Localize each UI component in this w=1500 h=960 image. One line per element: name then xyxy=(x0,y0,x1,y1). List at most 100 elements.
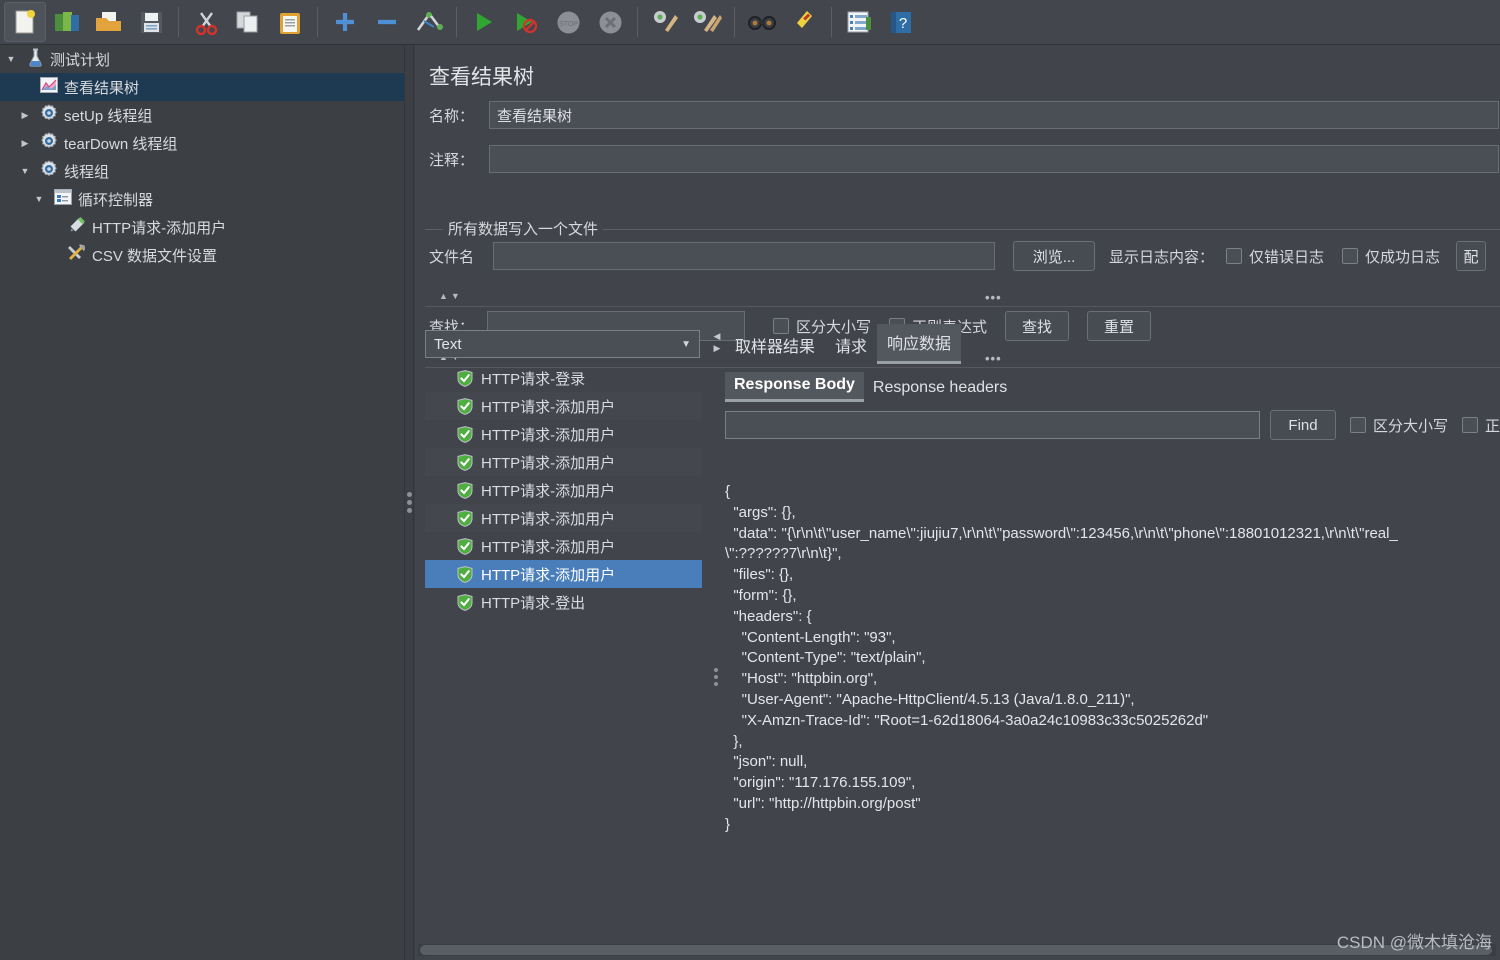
tab-0[interactable]: 取样器结果 xyxy=(725,327,825,364)
paste-icon[interactable] xyxy=(269,2,311,42)
success-only-label: 仅成功日志 xyxy=(1365,248,1441,266)
save-icon[interactable] xyxy=(130,2,172,42)
errors-only-label: 仅错误日志 xyxy=(1249,248,1325,266)
start-no-timers-icon[interactable] xyxy=(505,2,547,42)
list-item-label: HTTP请求-添加用户 xyxy=(481,510,616,528)
clear-icon[interactable] xyxy=(644,2,686,42)
search-icon[interactable] xyxy=(741,2,783,42)
detail-subtabbar[interactable]: Response Body Response headers xyxy=(725,370,1500,402)
stop-icon[interactable]: STOP xyxy=(547,2,589,42)
tree-node-3[interactable]: ▶ tearDown 线程组 xyxy=(0,129,404,157)
tree-toggle-3[interactable]: ▶ xyxy=(14,138,36,149)
errors-only-checkbox[interactable] xyxy=(1226,248,1243,264)
tree-node-5[interactable]: ▼ 循环控制器 xyxy=(0,185,404,213)
function-helper-icon[interactable] xyxy=(838,2,880,42)
chevron-down-icon: ▼ xyxy=(681,338,691,350)
detail-tabbar[interactable]: 取样器结果 请求 响应数据 xyxy=(725,324,1500,364)
response-find-button[interactable]: Find xyxy=(1270,410,1336,440)
gear-icon xyxy=(36,132,62,154)
collapse-right-icon[interactable]: ▶ xyxy=(710,342,724,354)
comment-input[interactable] xyxy=(489,145,1499,173)
name-input[interactable]: 查看结果树 xyxy=(489,101,1499,129)
filename-input[interactable] xyxy=(493,242,995,270)
list-item[interactable]: HTTP请求-添加用户 xyxy=(425,504,702,532)
renderer-select[interactable]: Text ▼ xyxy=(425,330,700,358)
copy-icon[interactable] xyxy=(227,2,269,42)
clear-all-icon[interactable] xyxy=(686,2,728,42)
collapse-all-icon[interactable] xyxy=(366,2,408,42)
renderer-selected-label: Text xyxy=(434,335,462,353)
list-item[interactable]: HTTP请求-添加用户 xyxy=(425,560,702,588)
list-item[interactable]: HTTP请求-添加用户 xyxy=(425,392,702,420)
collapse-bar-1[interactable]: ▲▼ ••• xyxy=(425,290,1500,307)
response-regex-checkbox[interactable] xyxy=(1462,417,1479,433)
drag-dots-1[interactable]: ••• xyxy=(985,290,1002,305)
tree-node-0[interactable]: ▼ 测试计划 xyxy=(0,45,404,73)
tree-node-label: tearDown 线程组 xyxy=(64,135,178,153)
inner-splitter[interactable]: ◀ ▶ xyxy=(710,330,724,960)
tree-toggle-4[interactable]: ▼ xyxy=(14,166,36,176)
inner-splitter-handle[interactable] xyxy=(714,668,718,686)
new-test-plan-icon[interactable] xyxy=(4,2,46,42)
horizontal-scrollbar[interactable] xyxy=(418,944,1496,956)
tree-node-7[interactable]: CSV 数据文件设置 xyxy=(0,241,404,269)
chart-icon xyxy=(36,77,62,97)
response-body-area[interactable]: { "args": {}, "data": "{\r\n\t\"user_nam… xyxy=(725,482,1500,960)
list-item-label: HTTP请求-添加用户 xyxy=(481,482,616,500)
collapse-arrows-1[interactable]: ▲▼ xyxy=(439,291,463,301)
main-splitter[interactable] xyxy=(404,45,414,960)
tree-node-label: HTTP请求-添加用户 xyxy=(92,219,227,237)
view-results-tree-panel: 查看结果树 名称： 查看结果树 注释： 所有数据写入一个文件 文件名 浏览...… xyxy=(415,45,1500,960)
list-item-label: HTTP请求-添加用户 xyxy=(481,566,616,584)
filename-row: 文件名 浏览... 显示日志内容： 仅错误日志 仅成功日志 配 xyxy=(429,241,1487,271)
tab-2[interactable]: 响应数据 xyxy=(877,324,962,364)
list-item[interactable]: HTTP请求-添加用户 xyxy=(425,476,702,504)
tree-toggle-0[interactable]: ▼ xyxy=(0,54,22,64)
tree-node-6[interactable]: HTTP请求-添加用户 xyxy=(0,213,404,241)
start-icon[interactable] xyxy=(463,2,505,42)
list-item[interactable]: HTTP请求-添加用户 xyxy=(425,532,702,560)
test-plan-tree[interactable]: ▼ 测试计划 查看结果树 ▶ setUp 线程组 ▶ tearDown 线程组 ▼ 线程组 ▼ 循环… xyxy=(0,45,404,960)
tree-node-label: 循环控制器 xyxy=(78,191,154,209)
collapse-left-icon[interactable]: ◀ xyxy=(710,330,724,342)
list-item[interactable]: HTTP请求-添加用户 xyxy=(425,420,702,448)
tree-node-2[interactable]: ▶ setUp 线程组 xyxy=(0,101,404,129)
list-item[interactable]: HTTP请求-登出 xyxy=(425,588,702,616)
open-icon[interactable] xyxy=(88,2,130,42)
tree-node-1[interactable]: 查看结果树 xyxy=(0,73,404,101)
shutdown-icon[interactable] xyxy=(589,2,631,42)
toggle-icon[interactable] xyxy=(408,2,450,42)
expand-all-icon[interactable] xyxy=(324,2,366,42)
gear-icon xyxy=(36,104,62,126)
tree-toggle-5[interactable]: ▼ xyxy=(28,194,50,204)
sampler-result-list[interactable]: HTTP请求-登录 HTTP请求-添加用户 HTTP请求-添加用户 HTTP请求-添加… xyxy=(425,364,702,616)
success-only-checkbox[interactable] xyxy=(1342,248,1359,264)
subtab-1[interactable]: Response headers xyxy=(864,375,1016,402)
browse-button[interactable]: 浏览... xyxy=(1013,241,1095,271)
configure-button[interactable]: 配 xyxy=(1456,241,1487,271)
svg-text:?: ? xyxy=(899,15,907,32)
success-shield-icon xyxy=(457,397,473,415)
subtab-0[interactable]: Response Body xyxy=(725,372,864,402)
tree-node-label: 查看结果树 xyxy=(64,79,140,97)
name-row: 名称： 查看结果树 xyxy=(429,101,1499,129)
toolbar-separator xyxy=(831,7,832,37)
response-find-input[interactable] xyxy=(725,411,1260,439)
success-shield-icon xyxy=(457,369,473,387)
success-shield-icon xyxy=(457,565,473,583)
tab-1[interactable]: 请求 xyxy=(825,327,877,364)
jmeter-window: STOP ? ▼ 测试计划 查看结果树 ▶ setUp 线程组 ▶ tearDown 线程组… xyxy=(0,0,1500,960)
display-log-label: 显示日志内容： xyxy=(1109,248,1215,266)
list-item-label: HTTP请求-添加用户 xyxy=(481,398,616,416)
scrollbar-thumb[interactable] xyxy=(420,945,1492,955)
list-item[interactable]: HTTP请求-添加用户 xyxy=(425,448,702,476)
list-item[interactable]: HTTP请求-登录 xyxy=(425,364,702,392)
response-case-sensitive-checkbox[interactable] xyxy=(1350,417,1366,433)
help-icon[interactable]: ? xyxy=(880,2,922,42)
templates-icon[interactable] xyxy=(46,2,88,42)
cut-icon[interactable] xyxy=(185,2,227,42)
reset-search-icon[interactable] xyxy=(783,2,825,42)
controller-icon xyxy=(50,189,76,209)
tree-toggle-2[interactable]: ▶ xyxy=(14,110,36,121)
tree-node-4[interactable]: ▼ 线程组 xyxy=(0,157,404,185)
